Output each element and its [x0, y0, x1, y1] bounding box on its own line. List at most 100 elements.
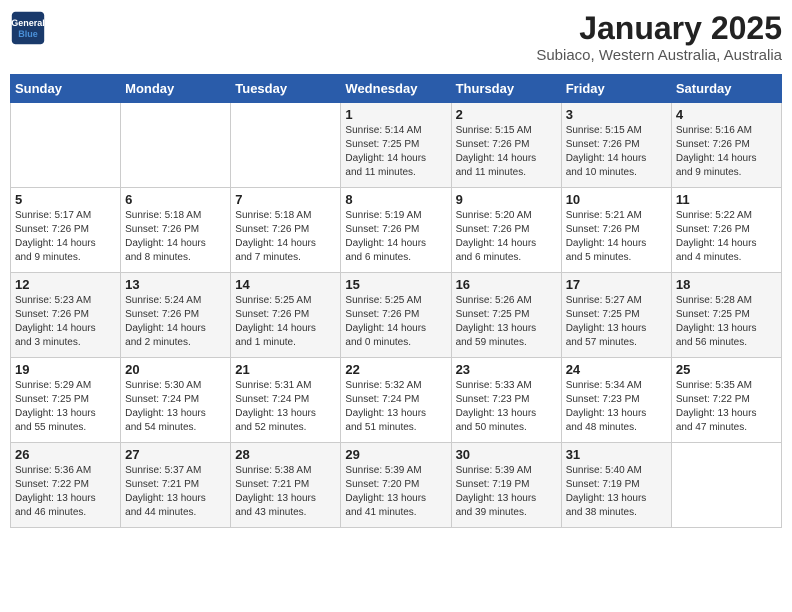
calendar-cell: 25 Sunrise: 5:35 AM Sunset: 7:22 PM Dayli… — [671, 358, 781, 443]
day-info: Sunrise: 5:40 AM Sunset: 7:19 PM Dayligh… — [566, 464, 667, 520]
calendar-cell: 14 Sunrise: 5:25 AM Sunset: 7:26 PM Dayli… — [231, 273, 341, 358]
day-number: 7 — [235, 192, 336, 207]
day-number: 16 — [456, 277, 557, 292]
day-info: Sunrise: 5:22 AM Sunset: 7:26 PM Dayligh… — [676, 209, 777, 265]
day-info: Sunrise: 5:34 AM Sunset: 7:23 PM Dayligh… — [566, 379, 667, 435]
day-number: 10 — [566, 192, 667, 207]
day-info: Sunrise: 5:21 AM Sunset: 7:26 PM Dayligh… — [566, 209, 667, 265]
calendar-cell: 18 Sunrise: 5:28 AM Sunset: 7:25 PM Dayli… — [671, 273, 781, 358]
day-info: Sunrise: 5:31 AM Sunset: 7:24 PM Dayligh… — [235, 379, 336, 435]
calendar-cell: 8Sunrise: 5:19 AM Sunset: 7:26 PM Daylig… — [341, 188, 451, 273]
calendar-cell: 20 Sunrise: 5:30 AM Sunset: 7:24 PM Dayli… — [121, 358, 231, 443]
week-row-2: 5 Sunrise: 5:17 AM Sunset: 7:26 PM Daylig… — [11, 188, 782, 273]
weekday-header-thursday: Thursday — [451, 75, 561, 103]
calendar-cell: 5 Sunrise: 5:17 AM Sunset: 7:26 PM Daylig… — [11, 188, 121, 273]
day-number: 20 — [125, 362, 226, 377]
day-info: Sunrise: 5:17 AM Sunset: 7:26 PM Dayligh… — [15, 209, 116, 265]
calendar-cell: 29 Sunrise: 5:39 AM Sunset: 7:20 PM Dayli… — [341, 443, 451, 528]
calendar-cell — [11, 103, 121, 188]
day-number: 2 — [456, 107, 557, 122]
calendar-cell: 4 Sunrise: 5:16 AM Sunset: 7:26 PM Daylig… — [671, 103, 781, 188]
day-info: Sunrise: 5:35 AM Sunset: 7:22 PM Dayligh… — [676, 379, 777, 435]
calendar-cell: 27 Sunrise: 5:37 AM Sunset: 7:21 PM Dayli… — [121, 443, 231, 528]
calendar-cell: 26Sunrise: 5:36 AM Sunset: 7:22 PM Dayli… — [11, 443, 121, 528]
logo: General Blue — [10, 10, 46, 46]
day-number: 21 — [235, 362, 336, 377]
day-number: 5 — [15, 192, 116, 207]
day-info: Sunrise: 5:27 AM Sunset: 7:25 PM Dayligh… — [566, 294, 667, 350]
day-info: Sunrise: 5:18 AM Sunset: 7:26 PM Dayligh… — [235, 209, 336, 265]
day-number: 30 — [456, 447, 557, 462]
weekday-header-monday: Monday — [121, 75, 231, 103]
day-info: Sunrise: 5:36 AM Sunset: 7:22 PM Dayligh… — [15, 464, 116, 520]
calendar-cell: 9Sunrise: 5:20 AM Sunset: 7:26 PM Daylig… — [451, 188, 561, 273]
day-number: 27 — [125, 447, 226, 462]
calendar-cell: 6Sunrise: 5:18 AM Sunset: 7:26 PM Daylig… — [121, 188, 231, 273]
calendar-cell: 15Sunrise: 5:25 AM Sunset: 7:26 PM Dayli… — [341, 273, 451, 358]
day-info: Sunrise: 5:38 AM Sunset: 7:21 PM Dayligh… — [235, 464, 336, 520]
calendar-cell: 19Sunrise: 5:29 AM Sunset: 7:25 PM Dayli… — [11, 358, 121, 443]
day-number: 12 — [15, 277, 116, 292]
calendar-cell: 28 Sunrise: 5:38 AM Sunset: 7:21 PM Dayli… — [231, 443, 341, 528]
day-info: Sunrise: 5:25 AM Sunset: 7:26 PM Dayligh… — [235, 294, 336, 350]
calendar-table: SundayMondayTuesdayWednesdayThursdayFrid… — [10, 74, 782, 528]
calendar-cell: 16 Sunrise: 5:26 AM Sunset: 7:25 PM Dayli… — [451, 273, 561, 358]
location: Subiaco, Western Australia, Australia — [536, 47, 782, 64]
day-info: Sunrise: 5:18 AM Sunset: 7:26 PM Dayligh… — [125, 209, 226, 265]
calendar-cell: 13 Sunrise: 5:24 AM Sunset: 7:26 PM Dayli… — [121, 273, 231, 358]
calendar-cell: 22 Sunrise: 5:32 AM Sunset: 7:24 PM Dayli… — [341, 358, 451, 443]
day-number: 29 — [345, 447, 446, 462]
calendar-cell: 24Sunrise: 5:34 AM Sunset: 7:23 PM Dayli… — [561, 358, 671, 443]
day-number: 25 — [676, 362, 777, 377]
calendar-cell: 2 Sunrise: 5:15 AM Sunset: 7:26 PM Daylig… — [451, 103, 561, 188]
calendar-cell: 10 Sunrise: 5:21 AM Sunset: 7:26 PM Dayli… — [561, 188, 671, 273]
day-info: Sunrise: 5:37 AM Sunset: 7:21 PM Dayligh… — [125, 464, 226, 520]
calendar-cell: 3 Sunrise: 5:15 AM Sunset: 7:26 PM Daylig… — [561, 103, 671, 188]
day-number: 23 — [456, 362, 557, 377]
day-number: 14 — [235, 277, 336, 292]
svg-text:General: General — [11, 18, 45, 28]
calendar-cell: 17 Sunrise: 5:27 AM Sunset: 7:25 PM Dayli… — [561, 273, 671, 358]
calendar-cell: 12Sunrise: 5:23 AM Sunset: 7:26 PM Dayli… — [11, 273, 121, 358]
day-info: Sunrise: 5:32 AM Sunset: 7:24 PM Dayligh… — [345, 379, 446, 435]
day-info: Sunrise: 5:24 AM Sunset: 7:26 PM Dayligh… — [125, 294, 226, 350]
week-row-3: 12Sunrise: 5:23 AM Sunset: 7:26 PM Dayli… — [11, 273, 782, 358]
calendar-cell: 11 Sunrise: 5:22 AM Sunset: 7:26 PM Dayli… — [671, 188, 781, 273]
day-number: 17 — [566, 277, 667, 292]
day-number: 1 — [345, 107, 446, 122]
weekday-header-saturday: Saturday — [671, 75, 781, 103]
day-info: Sunrise: 5:16 AM Sunset: 7:26 PM Dayligh… — [676, 124, 777, 180]
day-number: 18 — [676, 277, 777, 292]
day-number: 13 — [125, 277, 226, 292]
day-info: Sunrise: 5:15 AM Sunset: 7:26 PM Dayligh… — [456, 124, 557, 180]
day-number: 11 — [676, 192, 777, 207]
calendar-cell: 21 Sunrise: 5:31 AM Sunset: 7:24 PM Dayli… — [231, 358, 341, 443]
day-info: Sunrise: 5:20 AM Sunset: 7:26 PM Dayligh… — [456, 209, 557, 265]
weekday-header-row: SundayMondayTuesdayWednesdayThursdayFrid… — [11, 75, 782, 103]
day-info: Sunrise: 5:15 AM Sunset: 7:26 PM Dayligh… — [566, 124, 667, 180]
day-info: Sunrise: 5:30 AM Sunset: 7:24 PM Dayligh… — [125, 379, 226, 435]
day-info: Sunrise: 5:29 AM Sunset: 7:25 PM Dayligh… — [15, 379, 116, 435]
day-info: Sunrise: 5:28 AM Sunset: 7:25 PM Dayligh… — [676, 294, 777, 350]
weekday-header-sunday: Sunday — [11, 75, 121, 103]
day-number: 3 — [566, 107, 667, 122]
weekday-header-wednesday: Wednesday — [341, 75, 451, 103]
day-number: 22 — [345, 362, 446, 377]
calendar-cell — [671, 443, 781, 528]
calendar-cell: 7 Sunrise: 5:18 AM Sunset: 7:26 PM Daylig… — [231, 188, 341, 273]
calendar-cell — [231, 103, 341, 188]
day-info: Sunrise: 5:14 AM Sunset: 7:25 PM Dayligh… — [345, 124, 446, 180]
week-row-5: 26Sunrise: 5:36 AM Sunset: 7:22 PM Dayli… — [11, 443, 782, 528]
day-number: 31 — [566, 447, 667, 462]
day-number: 28 — [235, 447, 336, 462]
day-info: Sunrise: 5:39 AM Sunset: 7:20 PM Dayligh… — [345, 464, 446, 520]
day-info: Sunrise: 5:39 AM Sunset: 7:19 PM Dayligh… — [456, 464, 557, 520]
weekday-header-tuesday: Tuesday — [231, 75, 341, 103]
calendar-cell: 1 Sunrise: 5:14 AM Sunset: 7:25 PM Daylig… — [341, 103, 451, 188]
day-number: 8 — [345, 192, 446, 207]
day-info: Sunrise: 5:26 AM Sunset: 7:25 PM Dayligh… — [456, 294, 557, 350]
day-number: 4 — [676, 107, 777, 122]
month-year: January 2025 — [536, 10, 782, 47]
title-area: January 2025 Subiaco, Western Australia,… — [536, 10, 782, 64]
week-row-4: 19Sunrise: 5:29 AM Sunset: 7:25 PM Dayli… — [11, 358, 782, 443]
